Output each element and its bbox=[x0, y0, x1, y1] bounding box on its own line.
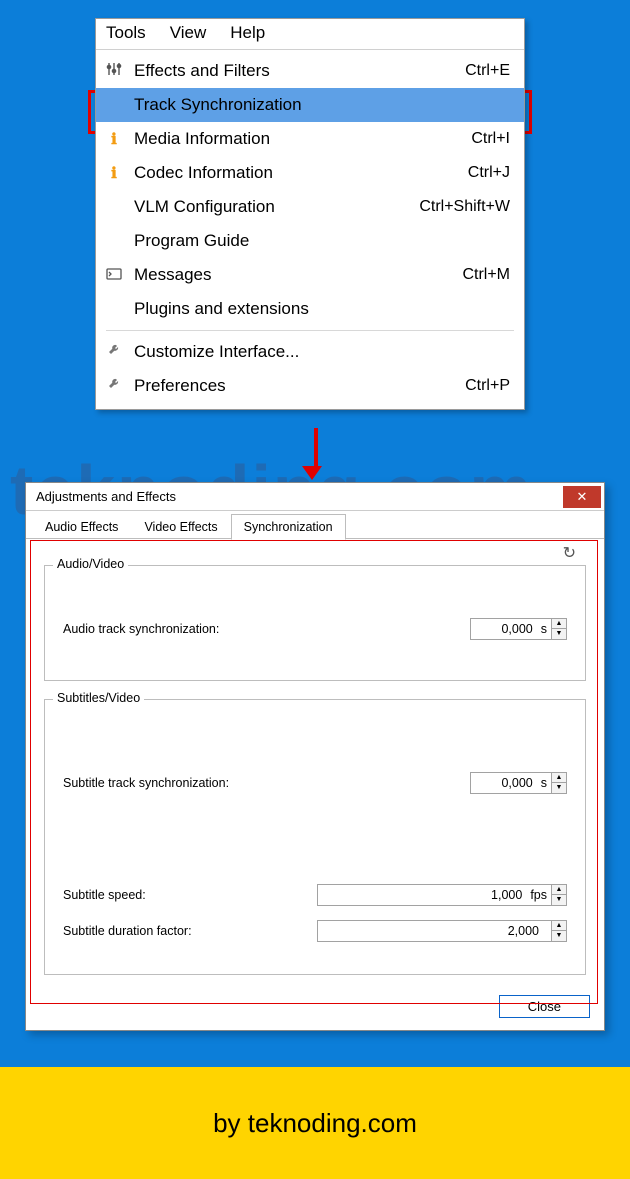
spinner-buttons[interactable]: ▲▼ bbox=[551, 619, 566, 639]
wrench-icon bbox=[102, 343, 126, 361]
subtitle-speed-spinner[interactable]: 1,000 fps ▲▼ bbox=[317, 884, 567, 906]
menu-item-effects[interactable]: Effects and Filters Ctrl+E bbox=[96, 54, 524, 88]
close-button[interactable]: ✕ bbox=[563, 486, 601, 508]
arrow-icon bbox=[310, 428, 322, 480]
footer-text: by teknoding.com bbox=[213, 1108, 417, 1139]
menu-shortcut: Ctrl+P bbox=[465, 377, 510, 395]
menu-label: Preferences bbox=[126, 376, 465, 396]
subtitle-duration-spinner[interactable]: 2,000 ▲▼ bbox=[317, 920, 567, 942]
menu-shortcut: Ctrl+I bbox=[471, 130, 510, 148]
info-icon: ℹ bbox=[102, 164, 126, 182]
sliders-icon bbox=[102, 61, 126, 81]
menu-separator bbox=[106, 330, 514, 331]
subtitle-duration-value: 2,000 bbox=[318, 921, 545, 941]
audio-sync-spinner[interactable]: 0,000 s ▲▼ bbox=[470, 618, 567, 640]
menu-label: Media Information bbox=[126, 129, 471, 149]
menu-shortcut: Ctrl+M bbox=[462, 266, 510, 284]
menu-label: Codec Information bbox=[126, 163, 468, 183]
menu-label: Track Synchronization bbox=[126, 95, 510, 115]
menu-item-codec-info[interactable]: ℹ Codec Information Ctrl+J bbox=[96, 156, 524, 190]
menu-label: Customize Interface... bbox=[126, 342, 510, 362]
effects-footer: Close bbox=[26, 989, 604, 1030]
group-audio-video: Audio track synchronization: 0,000 s ▲▼ bbox=[44, 565, 586, 681]
chevron-up-icon[interactable]: ▲ bbox=[552, 921, 566, 931]
chevron-down-icon[interactable]: ▼ bbox=[552, 629, 566, 639]
subtitle-speed-label: Subtitle speed: bbox=[63, 888, 317, 902]
subtitle-speed-unit: fps bbox=[528, 885, 551, 905]
tab-audio-effects[interactable]: Audio Effects bbox=[32, 514, 131, 539]
field-subtitle-speed: Subtitle speed: 1,000 fps ▲▼ bbox=[63, 884, 567, 906]
tabs: Audio Effects Video Effects Synchronizat… bbox=[26, 511, 604, 539]
window-titlebar: Adjustments and Effects ✕ bbox=[26, 483, 604, 511]
spinner-buttons[interactable]: ▲▼ bbox=[551, 773, 566, 793]
menu-item-plugins[interactable]: Plugins and extensions bbox=[96, 292, 524, 326]
menu-shortcut: Ctrl+Shift+W bbox=[419, 198, 510, 216]
menubar-tools[interactable]: Tools bbox=[106, 23, 146, 43]
menu-body: Effects and Filters Ctrl+E Track Synchro… bbox=[96, 50, 524, 409]
chevron-up-icon[interactable]: ▲ bbox=[552, 885, 566, 895]
tab-synchronization[interactable]: Synchronization bbox=[231, 514, 346, 540]
menu-label: Program Guide bbox=[126, 231, 510, 251]
menu-item-media-info[interactable]: ℹ Media Information Ctrl+I bbox=[96, 122, 524, 156]
subtitle-sync-spinner[interactable]: 0,000 s ▲▼ bbox=[470, 772, 567, 794]
menu-item-messages[interactable]: Messages Ctrl+M bbox=[96, 258, 524, 292]
menubar-help[interactable]: Help bbox=[230, 23, 265, 43]
menu-shortcut: Ctrl+E bbox=[465, 62, 510, 80]
menu-item-track-sync[interactable]: Track Synchronization bbox=[96, 88, 524, 122]
refresh-icon[interactable]: ↻ bbox=[563, 543, 576, 563]
tools-menu-panel: Tools View Help Effects and Filters Ctrl… bbox=[95, 18, 525, 410]
menubar-view[interactable]: View bbox=[170, 23, 207, 43]
effects-window: Adjustments and Effects ✕ Audio Effects … bbox=[25, 482, 605, 1031]
spinner-buttons[interactable]: ▲▼ bbox=[551, 885, 566, 905]
close-button[interactable]: Close bbox=[499, 995, 590, 1018]
page-footer: by teknoding.com bbox=[0, 1067, 630, 1179]
group-subtitles-video: Subtitle track synchronization: 0,000 s … bbox=[44, 699, 586, 975]
menu-item-preferences[interactable]: Preferences Ctrl+P bbox=[96, 369, 524, 403]
subtitle-sync-label: Subtitle track synchronization: bbox=[63, 776, 470, 790]
audio-sync-unit: s bbox=[539, 619, 551, 639]
wrench-icon bbox=[102, 377, 126, 395]
chevron-down-icon[interactable]: ▼ bbox=[552, 783, 566, 793]
tab-video-effects[interactable]: Video Effects bbox=[131, 514, 230, 539]
menu-shortcut: Ctrl+J bbox=[468, 164, 510, 182]
effects-body: ↻ Audio track synchronization: 0,000 s ▲… bbox=[26, 539, 604, 989]
menubar: Tools View Help bbox=[96, 19, 524, 50]
menu-item-vlm[interactable]: VLM Configuration Ctrl+Shift+W bbox=[96, 190, 524, 224]
chevron-up-icon[interactable]: ▲ bbox=[552, 773, 566, 783]
chevron-down-icon[interactable]: ▼ bbox=[552, 895, 566, 905]
subtitle-speed-value: 1,000 bbox=[318, 885, 528, 905]
info-icon: ℹ bbox=[102, 130, 126, 148]
audio-sync-value: 0,000 bbox=[471, 619, 539, 639]
field-subtitle-duration: Subtitle duration factor: 2,000 ▲▼ bbox=[63, 920, 567, 942]
subtitle-sync-unit: s bbox=[539, 773, 551, 793]
menu-item-customize[interactable]: Customize Interface... bbox=[96, 335, 524, 369]
menu-label: VLM Configuration bbox=[126, 197, 419, 217]
menu-label: Plugins and extensions bbox=[126, 299, 510, 319]
chevron-up-icon[interactable]: ▲ bbox=[552, 619, 566, 629]
subtitle-sync-value: 0,000 bbox=[471, 773, 539, 793]
window-title: Adjustments and Effects bbox=[26, 489, 563, 504]
field-audio-sync: Audio track synchronization: 0,000 s ▲▼ bbox=[63, 618, 567, 640]
audio-sync-label: Audio track synchronization: bbox=[63, 622, 470, 636]
menu-item-guide[interactable]: Program Guide bbox=[96, 224, 524, 258]
menu-label: Messages bbox=[126, 265, 462, 285]
field-subtitle-sync: Subtitle track synchronization: 0,000 s … bbox=[63, 772, 567, 794]
subtitle-duration-label: Subtitle duration factor: bbox=[63, 924, 317, 938]
spinner-buttons[interactable]: ▲▼ bbox=[551, 921, 566, 941]
menu-label: Effects and Filters bbox=[126, 61, 465, 81]
terminal-icon bbox=[102, 267, 126, 284]
chevron-down-icon[interactable]: ▼ bbox=[552, 931, 566, 941]
